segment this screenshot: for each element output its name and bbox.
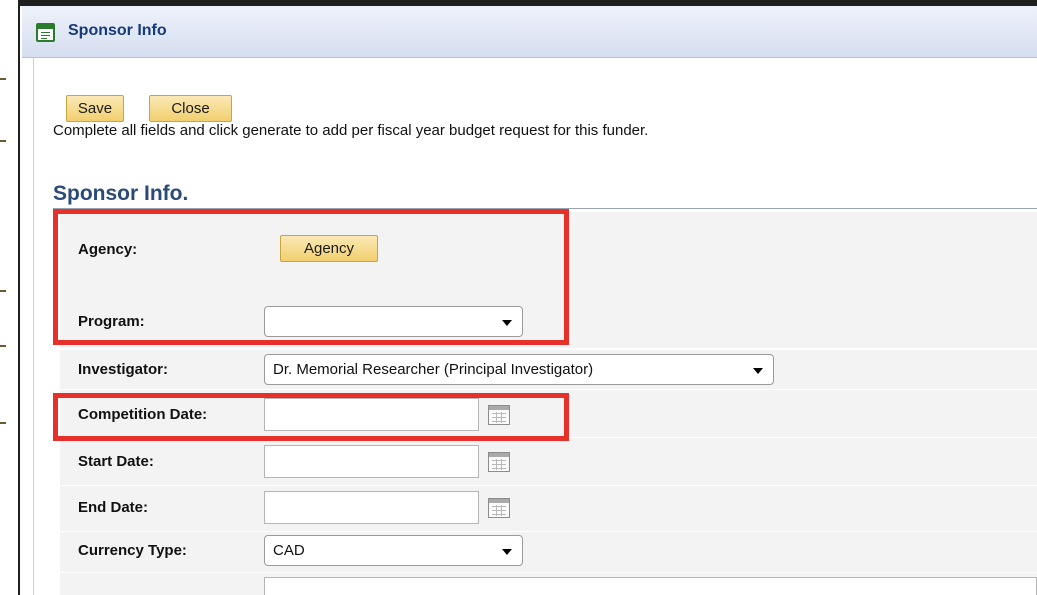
form-rows-bg (60, 350, 1037, 595)
competition-date-label: Competition Date: (78, 406, 208, 423)
agency-program-row-bg (60, 212, 1037, 348)
end-date-label: End Date: (78, 499, 149, 516)
row-divider (60, 389, 1037, 390)
investigator-label: Investigator: (78, 361, 169, 378)
section-divider (53, 208, 1037, 209)
investigator-select[interactable]: Dr. Memorial Researcher (Principal Inves… (264, 354, 774, 385)
close-button[interactable]: Close (149, 95, 232, 122)
row-divider (60, 485, 1037, 486)
edge-mark (0, 290, 6, 292)
competition-date-input[interactable] (264, 398, 479, 431)
dialog-title: Sponsor Info (68, 22, 167, 39)
program-label: Program: (78, 313, 145, 330)
currency-type-label: Currency Type: (78, 542, 187, 559)
investigator-select-value: Dr. Memorial Researcher (Principal Inves… (273, 361, 594, 378)
sponsor-info-window: Sponsor Info Save Close Complete all fie… (0, 0, 1037, 595)
row-divider (60, 348, 1037, 349)
dialog-titlebar[interactable]: Sponsor Info (22, 6, 1037, 58)
edge-mark (0, 422, 6, 424)
chevron-down-icon (502, 320, 512, 326)
calendar-icon[interactable] (488, 498, 510, 518)
currency-type-select-value: CAD (273, 542, 305, 559)
row-divider (60, 572, 1037, 573)
start-date-input[interactable] (264, 445, 479, 478)
start-date-label: Start Date: (78, 453, 154, 470)
program-select[interactable] (264, 306, 523, 337)
form-icon (36, 23, 55, 42)
edge-mark (0, 78, 6, 80)
section-title: Sponsor Info. (53, 182, 189, 205)
background-window-edge (0, 0, 20, 595)
agency-button[interactable]: Agency (280, 235, 378, 262)
chevron-down-icon (753, 368, 763, 374)
row-divider (60, 531, 1037, 532)
agency-label: Agency: (78, 241, 138, 258)
edge-mark (0, 345, 6, 347)
next-field-input[interactable] (264, 577, 1037, 595)
dialog-inner-edge (33, 58, 34, 595)
edge-mark (0, 140, 6, 142)
instructions-text: Complete all fields and click generate t… (53, 122, 649, 139)
save-button[interactable]: Save (66, 95, 124, 122)
calendar-icon[interactable] (488, 405, 510, 425)
currency-type-select[interactable]: CAD (264, 535, 523, 566)
calendar-icon[interactable] (488, 452, 510, 472)
chevron-down-icon (502, 549, 512, 555)
end-date-input[interactable] (264, 491, 479, 524)
row-divider (60, 437, 1037, 438)
